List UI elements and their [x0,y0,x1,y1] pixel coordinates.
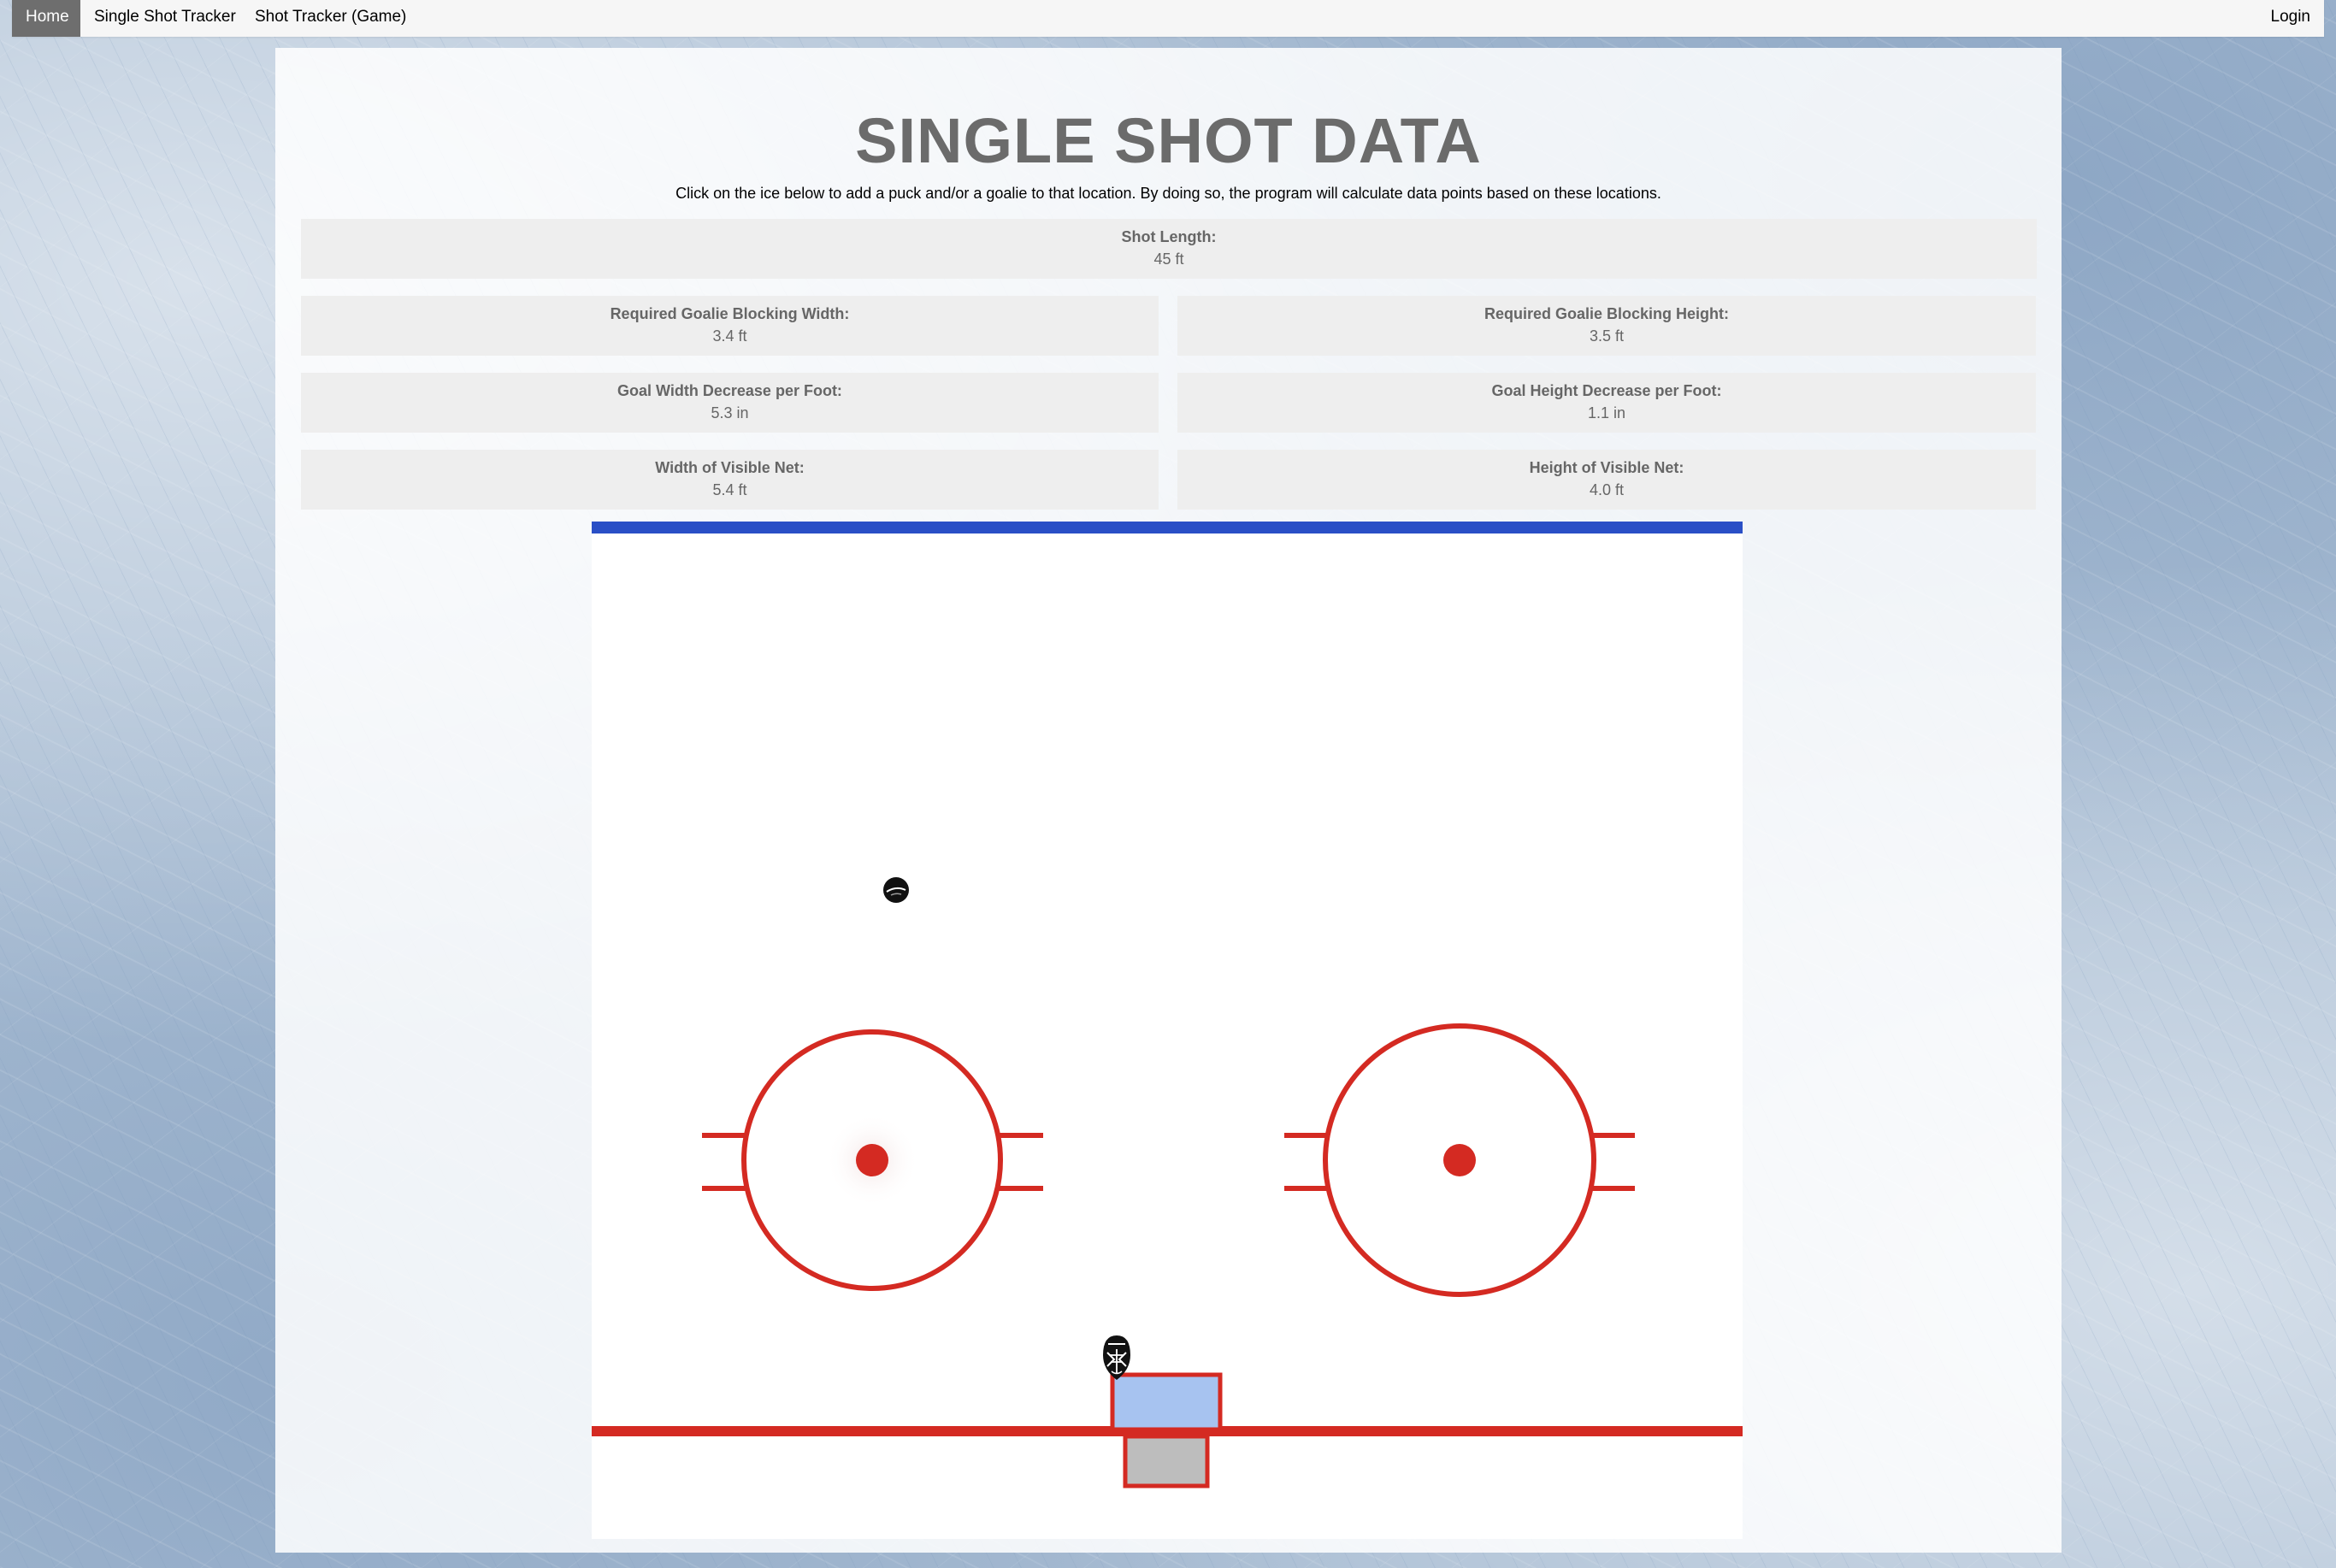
main-panel: SINGLE SHOT DATA Click on the ice below … [275,48,2062,1553]
instructions-text: Click on the ice below to add a puck and… [675,185,1661,202]
visible-net-height-label: Height of Visible Net: [1529,459,1684,476]
visible-net-width-stat: Width of Visible Net: 5.4 ft [301,450,1159,510]
page-title: SINGLE SHOT DATA [855,105,1482,176]
visible-net-width-value: 5.4 ft [712,481,747,498]
ice-rink-canvas[interactable] [592,522,1743,1539]
goal-height-decrease-stat: Goal Height Decrease per Foot: 1.1 in [1177,373,2036,433]
faceoff-dot-right [1443,1144,1476,1176]
nav-login-link[interactable]: Login [2257,0,2325,37]
required-blocking-height-value: 3.5 ft [1589,327,1625,345]
required-blocking-height-stat: Required Goalie Blocking Height: 3.5 ft [1177,296,2036,356]
goal-crease [1110,1372,1223,1432]
goal-height-decrease-label: Goal Height Decrease per Foot: [1491,382,1722,399]
goal-width-decrease-value: 5.3 in [711,404,749,421]
required-blocking-width-stat: Required Goalie Blocking Width: 3.4 ft [301,296,1159,356]
visible-net-height-stat: Height of Visible Net: 4.0 ft [1177,450,2036,510]
blue-line [592,522,1743,533]
required-blocking-width-value: 3.4 ft [712,327,747,345]
nav-shot-tracker-game-link[interactable]: Shot Tracker (Game) [241,0,420,37]
nav-single-shot-tracker-link[interactable]: Single Shot Tracker [80,0,250,37]
shot-length-value: 45 ft [1153,251,1184,268]
shot-length-stat: Shot Length: 45 ft [301,219,2037,279]
top-navbar: Home Single Shot Tracker Shot Tracker (G… [12,0,2324,37]
required-blocking-width-label: Required Goalie Blocking Width: [610,305,850,322]
faceoff-dot-left [856,1144,888,1176]
goal-width-decrease-label: Goal Width Decrease per Foot: [617,382,842,399]
visible-net-height-value: 4.0 ft [1589,481,1625,498]
hockey-puck-icon[interactable] [883,877,909,903]
goal-net [1123,1434,1210,1488]
goal-width-decrease-stat: Goal Width Decrease per Foot: 5.3 in [301,373,1159,433]
visible-net-width-label: Width of Visible Net: [655,459,805,476]
required-blocking-height-label: Required Goalie Blocking Height: [1484,305,1730,322]
shot-length-label: Shot Length: [1121,228,1217,245]
nav-home-link[interactable]: Home [12,0,80,37]
rink-drawing [592,522,1743,1488]
goal-height-decrease-value: 1.1 in [1587,404,1626,421]
